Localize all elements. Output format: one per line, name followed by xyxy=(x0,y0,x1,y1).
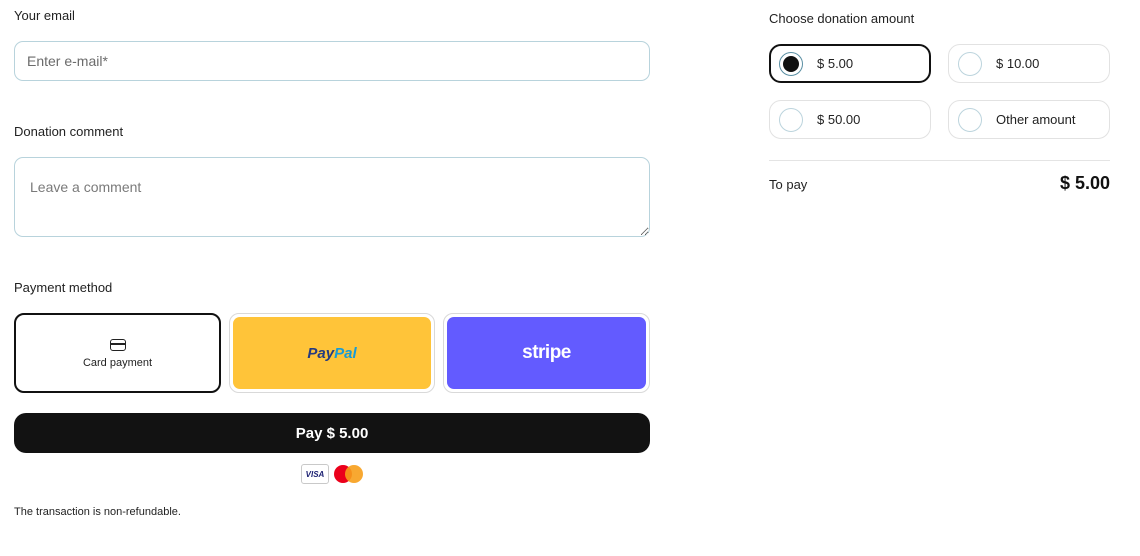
amount-option-other[interactable]: Other amount xyxy=(948,100,1110,139)
card-payment-label: Card payment xyxy=(82,357,153,369)
pay-button[interactable]: Pay $ 5.00 xyxy=(14,413,650,453)
amount-label: $ 5.00 xyxy=(817,56,854,71)
email-label: Your email xyxy=(14,8,75,23)
radio-icon xyxy=(958,51,982,76)
to-pay-value: $ 5.00 xyxy=(1059,173,1110,193)
radio-icon xyxy=(779,107,803,132)
divider xyxy=(769,160,1110,161)
radio-selected-icon xyxy=(779,51,803,76)
amount-option-50[interactable]: $ 50.00 xyxy=(769,100,931,139)
paypal-option[interactable]: Pay Pal xyxy=(229,313,435,393)
amount-label: $ 10.00 xyxy=(996,56,1040,71)
paypal-logo: Pay Pal xyxy=(233,317,431,389)
refund-note: The transaction is non-refundable. xyxy=(14,506,181,518)
credit-card-icon xyxy=(109,339,126,351)
comment-field[interactable] xyxy=(14,157,650,237)
email-field[interactable] xyxy=(14,41,650,81)
payment-method-label: Payment method xyxy=(14,280,113,295)
to-pay-label: To pay xyxy=(769,177,808,192)
card-brands: VISA xyxy=(301,464,363,484)
stripe-option[interactable]: stripe xyxy=(443,313,650,393)
amount-label: Other amount xyxy=(996,112,1076,127)
paypal-logo-pal: Pal xyxy=(334,344,357,362)
amount-option-10[interactable]: $ 10.00 xyxy=(948,44,1110,83)
card-payment-option[interactable]: Card payment xyxy=(14,313,221,393)
stripe-logo: stripe xyxy=(447,317,646,389)
comment-label: Donation comment xyxy=(14,124,124,139)
paypal-logo-pay: Pay xyxy=(307,344,335,362)
mastercard-icon xyxy=(333,464,363,484)
donation-amount-title: Choose donation amount xyxy=(769,11,915,26)
radio-icon xyxy=(958,107,982,132)
amount-label: $ 50.00 xyxy=(817,112,861,127)
amount-option-5[interactable]: $ 5.00 xyxy=(769,44,931,83)
visa-icon: VISA xyxy=(301,464,329,484)
